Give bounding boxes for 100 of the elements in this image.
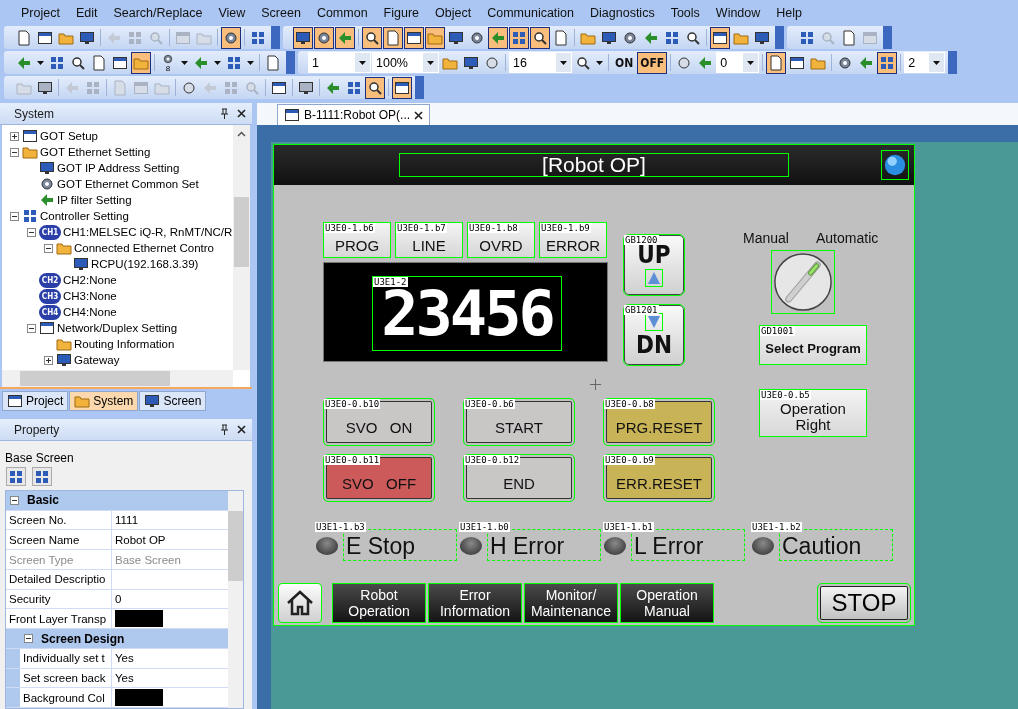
device-label: U3E0-0.b6 bbox=[464, 399, 515, 409]
nav-button[interactable]: Error Information bbox=[428, 583, 522, 623]
device-label: GD1001 bbox=[760, 326, 795, 336]
status-label: L Error bbox=[631, 529, 745, 561]
toolbar-button[interactable]: 8 bbox=[158, 51, 178, 74]
tree-item[interactable]: IP filter Setting bbox=[57, 194, 132, 206]
property-name: Background Col bbox=[20, 688, 112, 708]
menu-item[interactable]: Search/Replace bbox=[106, 2, 210, 23]
menu-item[interactable]: Screen bbox=[254, 2, 308, 23]
device-label: U3E1-1.b2 bbox=[751, 522, 802, 532]
property-value[interactable]: Robot OP bbox=[112, 530, 228, 550]
menu-item[interactable]: Tools bbox=[663, 2, 707, 23]
device-label: U3E0-0.b10 bbox=[324, 399, 381, 409]
tree-item[interactable]: Routing Information bbox=[74, 338, 175, 350]
device-label: U3E0-0.b5 bbox=[760, 390, 811, 400]
indicator-lamp: U3E0-1.b8 OVRD bbox=[467, 222, 535, 258]
channel-badge: CH4 bbox=[39, 304, 61, 320]
menu-item[interactable]: View bbox=[211, 2, 253, 23]
status-label: E Stop bbox=[343, 529, 457, 561]
hmi-button[interactable]: U3E0-0.b9 ERR.RESET bbox=[603, 454, 715, 502]
device-label: U3E0-0.b12 bbox=[464, 455, 521, 465]
property-name: Screen Type bbox=[6, 550, 112, 569]
tree-item[interactable]: Connected Ethernet Contro bbox=[74, 242, 214, 254]
device-label: U3E0-1.b7 bbox=[396, 223, 447, 233]
menu-item[interactable]: Object bbox=[428, 2, 479, 23]
panel-title: System bbox=[14, 106, 54, 121]
device-label: U3E1-1.b3 bbox=[315, 522, 366, 532]
menu-item[interactable]: Project bbox=[14, 2, 67, 23]
operation-right-button[interactable]: U3E0-0.b5 Operation Right bbox=[759, 389, 867, 437]
device-label: U3E0-1.b8 bbox=[468, 223, 519, 233]
device-label: U3E0-0.b11 bbox=[324, 455, 381, 465]
hmi-button[interactable]: U3E0-0.b10 SVO ON bbox=[323, 398, 435, 446]
dropdown-field[interactable]: 16 bbox=[509, 52, 572, 73]
hmi-button[interactable]: U3E0-0.b8 PRG.RESET bbox=[603, 398, 715, 446]
dropdown-field[interactable]: 100% bbox=[372, 52, 439, 73]
property-name: Screen Name bbox=[6, 530, 112, 550]
indicator-lamp: U3E0-1.b7 LINE bbox=[395, 222, 463, 258]
tree-item[interactable]: CH2:None bbox=[63, 274, 117, 286]
tree-item[interactable]: Network/Duplex Setting bbox=[57, 322, 178, 334]
dropdown-field[interactable]: 1 bbox=[308, 52, 371, 73]
section-header: Basic bbox=[27, 493, 60, 508]
hmi-button[interactable]: U3E0-0.b12 END bbox=[463, 454, 575, 502]
stop-button[interactable]: STOP bbox=[817, 583, 911, 623]
tree-item[interactable]: CH3:None bbox=[63, 290, 117, 302]
panel-tab[interactable]: System bbox=[69, 391, 139, 411]
tree-item[interactable]: Gateway bbox=[74, 354, 120, 366]
object-type: Base Screen bbox=[4, 450, 75, 465]
tree-item[interactable]: GOT Ethernet Common Set bbox=[57, 178, 199, 190]
step-button[interactable]: GB1200 UP bbox=[623, 234, 685, 296]
tree-item[interactable]: CH4:None bbox=[63, 306, 117, 318]
device-label: U3E1-1.b1 bbox=[603, 522, 654, 532]
device-label: U3E1-2 bbox=[373, 277, 408, 287]
select-program-button[interactable]: GD1001 Select Program bbox=[759, 325, 867, 365]
device-label: U3E0-0.b9 bbox=[604, 455, 655, 465]
menu-item[interactable]: Communication bbox=[480, 2, 582, 23]
property-name: Front Layer Transp bbox=[6, 609, 112, 629]
tree-item[interactable]: CH1:MELSEC iQ-R, RnMT/NC/R bbox=[63, 226, 233, 238]
panel-title: Property bbox=[14, 422, 60, 437]
display-value: U3E1-223456 bbox=[372, 276, 562, 351]
step-button[interactable]: GB1201 DN bbox=[623, 304, 685, 366]
toggle-button[interactable]: ON bbox=[612, 51, 637, 74]
menu-item[interactable]: Window bbox=[708, 2, 768, 23]
device-label: GB1200 bbox=[624, 235, 659, 245]
hmi-button[interactable]: U3E0-0.b6 START bbox=[463, 398, 575, 446]
device-label: U3E0-0.b8 bbox=[604, 399, 655, 409]
selector-label: Manual bbox=[743, 230, 789, 246]
selector-label: Automatic bbox=[816, 230, 879, 246]
toggle-button[interactable]: OFF bbox=[637, 51, 668, 74]
tree-item[interactable]: GOT IP Address Setting bbox=[57, 162, 180, 174]
tree-item[interactable]: GOT Ethernet Setting bbox=[40, 146, 151, 158]
screen-title: [Robot OP] bbox=[399, 153, 789, 177]
tree-item[interactable]: Controller Setting bbox=[40, 210, 129, 222]
channel-badge: CH2 bbox=[39, 272, 61, 288]
tree-item[interactable]: RCPU(192.168.3.39) bbox=[91, 258, 199, 270]
indicator-lamp: U3E0-1.b9 ERROR bbox=[539, 222, 607, 258]
panel-tab[interactable]: Project bbox=[2, 391, 69, 411]
dropdown-field[interactable]: 0 bbox=[716, 52, 760, 73]
channel-badge: CH1 bbox=[39, 224, 61, 240]
status-label: Caution bbox=[779, 529, 893, 561]
tree-item[interactable]: GOT Setup bbox=[40, 130, 98, 142]
hmi-button[interactable]: U3E0-0.b11 SVO OFF bbox=[323, 454, 435, 502]
device-label: U3E1-1.b0 bbox=[459, 522, 510, 532]
menu-item[interactable]: Diagnostics bbox=[583, 2, 662, 23]
status-label: H Error bbox=[487, 529, 601, 561]
device-label: U3E0-1.b6 bbox=[324, 223, 375, 233]
menu-item[interactable]: Edit bbox=[68, 2, 105, 23]
nav-button[interactable]: Monitor/ Maintenance bbox=[524, 583, 618, 623]
panel-tab[interactable]: Screen bbox=[139, 391, 207, 411]
menu-item[interactable]: Common bbox=[309, 2, 375, 23]
nav-button[interactable]: Robot Operation bbox=[332, 583, 426, 623]
nav-button[interactable]: Operation Manual bbox=[620, 583, 714, 623]
device-label: GB1201 bbox=[624, 305, 659, 315]
indicator-lamp: U3E0-1.b6 PROG bbox=[323, 222, 391, 258]
section-header: Screen Design bbox=[41, 631, 125, 646]
document-tab[interactable]: B-1111:Robot OP(... bbox=[277, 104, 431, 125]
menu-item[interactable]: Help bbox=[769, 2, 810, 23]
menu-item[interactable]: Figure bbox=[376, 2, 427, 23]
channel-badge: CH3 bbox=[39, 288, 61, 304]
device-label: U3E0-1.b9 bbox=[540, 223, 591, 233]
dropdown-field[interactable]: 2 bbox=[904, 52, 946, 73]
